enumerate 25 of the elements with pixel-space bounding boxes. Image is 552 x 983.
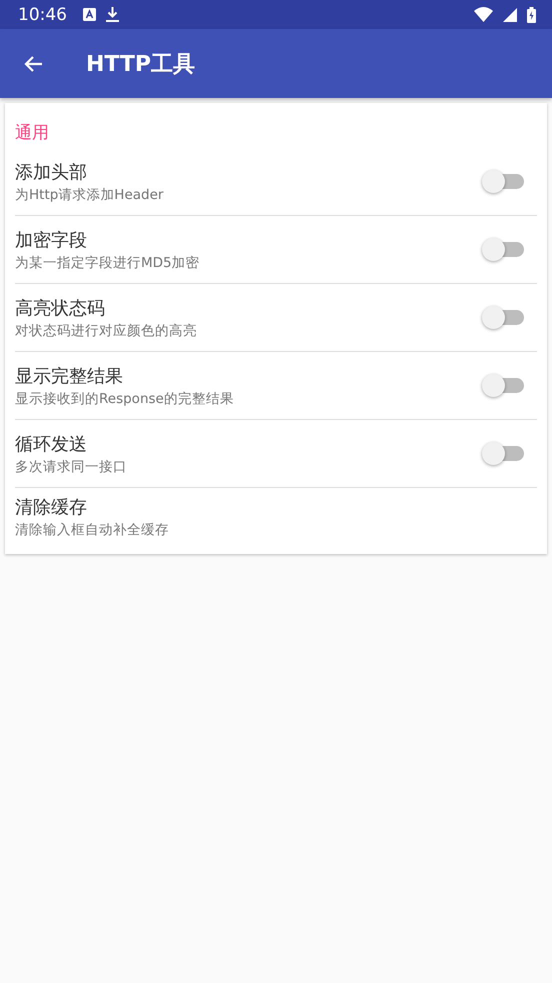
setting-summary: 多次请求同一接口	[15, 458, 128, 476]
setting-summary: 清除输入框自动补全缓存	[15, 521, 170, 539]
battery-icon	[527, 6, 536, 22]
setting-summary: 为Http请求添加Header	[15, 186, 164, 204]
setting-title[interactable]: 添加头部	[15, 160, 482, 184]
wifi-icon	[474, 7, 493, 22]
setting-title[interactable]: 清除缓存	[15, 495, 537, 519]
setting-summary: 为某一指定字段进行MD5加密	[15, 254, 201, 272]
setting-title[interactable]: 加密字段	[15, 228, 482, 252]
keyboard-notification-icon	[83, 8, 96, 21]
download-icon	[106, 7, 119, 22]
toggle-switch[interactable]	[482, 238, 524, 261]
toggle-switch[interactable]	[482, 442, 524, 465]
setting-title[interactable]: 显示完整结果	[15, 364, 482, 388]
toggle-switch[interactable]	[482, 170, 524, 193]
section-header: 通用	[15, 122, 50, 145]
signal-icon	[503, 8, 517, 22]
setting-summary: 显示接收到的Response的完整结果	[15, 390, 235, 408]
setting-summary: 对状态码进行对应颜色的高亮	[15, 322, 198, 340]
toggle-switch[interactable]	[482, 374, 524, 397]
status-time: 10:46	[18, 4, 67, 24]
toggle-switch[interactable]	[482, 306, 524, 329]
setting-title[interactable]: 循环发送	[15, 432, 482, 456]
toolbar-title: HTTP工具	[86, 50, 196, 78]
setting-title[interactable]: 高亮状态码	[15, 296, 482, 320]
